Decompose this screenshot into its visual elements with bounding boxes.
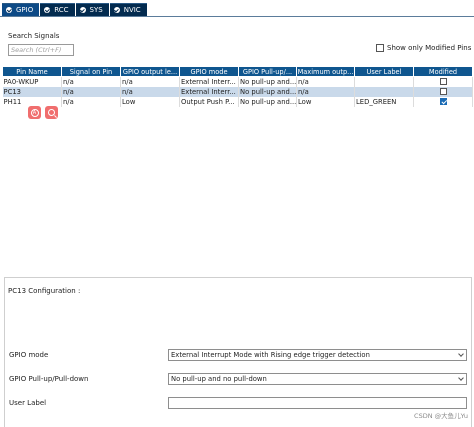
show-only-modified-checkbox[interactable] [376,44,384,52]
tab-label: NVIC [123,6,141,14]
check-circle-icon [113,7,120,13]
gpio-mode-value: External Interrupt Mode with Rising edge… [171,351,370,359]
column-header-user-label[interactable]: User Label [354,66,414,77]
column-header-gpio-pull[interactable]: GPIO Pull-up/... [238,66,297,77]
tab-label: GPIO [16,6,34,14]
cell-pull: No pull-up and... [238,86,297,97]
column-header-modified[interactable]: Modified [413,66,473,77]
table-row[interactable]: PA0-WKUP n/a n/a External Interr... No p… [2,76,473,87]
show-only-modified-toggle[interactable]: Show only Modified Pins [376,44,471,52]
cell-output-level: n/a [120,76,180,87]
check-circle-icon [79,7,86,13]
show-only-modified-label: Show only Modified Pins [387,44,472,52]
cell-modified [413,96,473,107]
cell-max-speed: Low [296,96,355,107]
search-signals-label: Search Signals [8,32,60,40]
cell-gpio-mode: External Interr... [179,86,239,97]
tab-sys[interactable]: SYS [75,3,109,16]
cell-signal: n/a [61,96,121,107]
cell-max-speed: n/a [296,86,355,97]
tab-label: SYS [89,6,103,14]
gpio-mode-label: GPIO mode [9,351,49,359]
column-header-pin-name[interactable]: Pin Name [2,66,62,77]
tab-nvic[interactable]: NVIC [109,3,147,16]
modified-checkbox[interactable] [440,88,447,95]
cell-pin-name: PC13 [2,86,62,97]
cell-user-label [354,86,414,97]
cell-pull: No pull-up and... [238,96,297,107]
translate-icon[interactable]: A [28,106,41,119]
cell-gpio-mode: External Interr... [179,76,239,87]
cell-output-level: Low [120,96,180,107]
pin-configuration-panel: PC13 Configuration : GPIO mode External … [4,277,472,427]
column-header-signal-on-pin[interactable]: Signal on Pin [61,66,121,77]
translate-glyph: A [30,108,39,117]
cell-output-level: n/a [120,86,180,97]
chevron-down-icon [458,351,464,357]
column-header-gpio-output-level[interactable]: GPIO output le... [120,66,180,77]
pin-table: Pin Name Signal on Pin GPIO output le...… [2,66,473,107]
user-label-input[interactable] [168,397,467,409]
column-header-gpio-mode[interactable]: GPIO mode [179,66,239,77]
cell-max-speed: n/a [296,76,355,87]
modified-checkbox[interactable] [440,98,447,105]
table-row[interactable]: PC13 n/a n/a External Interr... No pull-… [2,86,473,97]
cell-user-label [354,76,414,87]
cell-gpio-mode: Output Push P... [179,96,239,107]
cell-modified [413,86,473,97]
gpio-pull-label: GPIO Pull-up/Pull-down [9,375,89,383]
cell-pull: No pull-up and... [238,76,297,87]
cell-signal: n/a [61,76,121,87]
user-label-label: User Label [9,399,47,407]
chevron-down-icon [458,375,464,381]
tab-bar: GPIO RCC SYS NVIC [2,3,148,16]
config-title: PC13 Configuration : [8,287,81,295]
search-input[interactable]: Search (Ctrl+F) [8,44,74,56]
modified-checkbox[interactable] [440,78,447,86]
search-icon[interactable] [45,106,58,119]
gpio-mode-select[interactable]: External Interrupt Mode with Rising edge… [168,349,467,361]
magnifier-shape [48,109,55,116]
gpio-pull-select[interactable]: No pull-up and no pull-down [168,373,467,385]
gpio-pull-value: No pull-up and no pull-down [171,375,267,383]
check-circle-icon [44,7,51,13]
cell-pin-name: PH11 [2,96,62,107]
tab-divider [0,16,474,17]
column-header-max-output-speed[interactable]: Maximum outp... [296,66,355,77]
check-circle-icon [6,7,12,13]
tab-rcc[interactable]: RCC [40,3,75,16]
tab-gpio[interactable]: GPIO [2,3,40,16]
cell-user-label: LED_GREEN [354,96,414,107]
table-header-row: Pin Name Signal on Pin GPIO output le...… [2,66,473,77]
tab-label: RCC [54,6,69,14]
cell-modified [413,76,473,87]
table-row[interactable]: PH11 n/a Low Output Push P... No pull-up… [2,96,473,107]
cell-pin-name: PA0-WKUP [2,76,62,87]
watermark: CSDN @大鱼儿Yu [414,412,468,420]
cell-signal: n/a [61,86,121,97]
